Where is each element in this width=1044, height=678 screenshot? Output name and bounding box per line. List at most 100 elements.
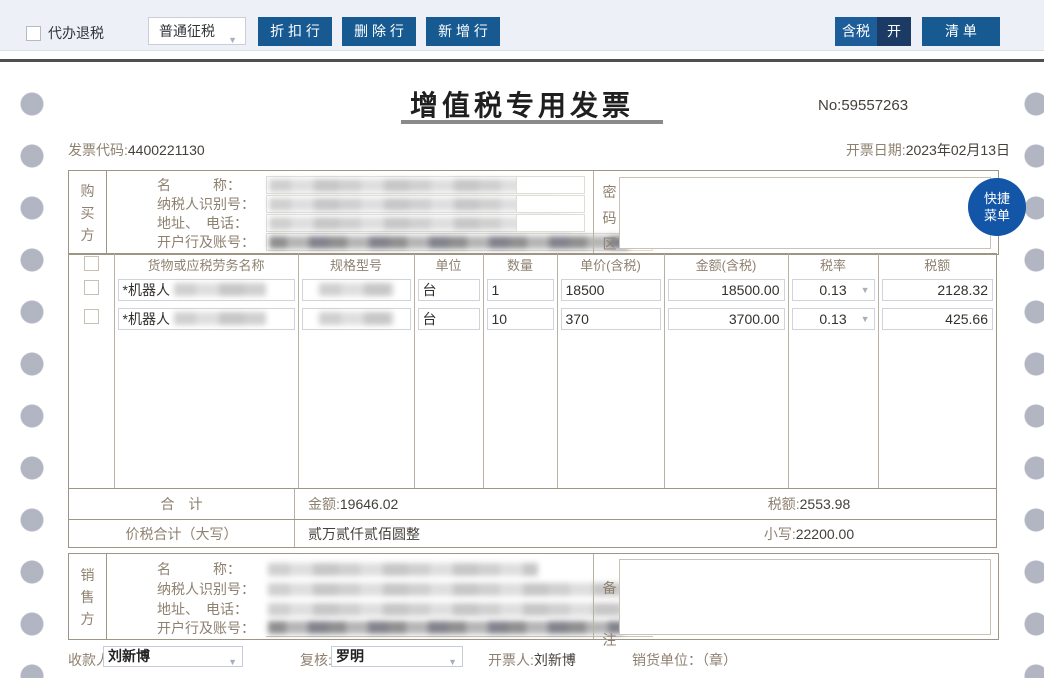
sum-in-words-value: 贰万贰仟贰佰圆整 (308, 520, 420, 547)
delete-row-button[interactable]: 删 除 行 (342, 17, 416, 46)
amount-input[interactable]: 3700.00 (668, 308, 785, 330)
sum-small-number: 22200.00 (796, 526, 854, 542)
tax-included-toggle[interactable]: 含税 开 (835, 17, 911, 46)
redacted-value (319, 312, 393, 325)
add-row-button[interactable]: 新 增 行 (426, 17, 500, 46)
seller-bank-label: 开户行及账号： (157, 619, 255, 638)
password-area-box[interactable] (619, 177, 991, 249)
price-input[interactable]: 370 (561, 308, 661, 330)
paper-top-edge (0, 59, 1044, 62)
payee-select[interactable]: 刘新博 ▼ (103, 646, 243, 667)
title-underline (401, 120, 663, 124)
name-input[interactable]: *机器人 (118, 308, 295, 330)
chevron-down-icon: ▼ (228, 27, 237, 53)
quick-menu-label: 快捷菜单 (982, 190, 1012, 224)
chevron-down-icon: ▼ (861, 309, 870, 329)
sum-small-value: 小写:22200.00 (709, 520, 909, 547)
goods-header-row: 货物或应税劳务名称 规格型号 单位 数量 单价(含税) 金额(含税) 税率 税额 (69, 254, 996, 275)
drawer-field: 开票人:刘新博 (488, 650, 576, 670)
list-button[interactable]: 清 单 (922, 17, 1000, 46)
tax-included-label: 含税 (835, 17, 877, 46)
total-tax-label: 税额: (768, 494, 800, 514)
col-header-amount: 金额(含税) (664, 254, 788, 275)
invoice-date-label: 开票日期: (846, 142, 906, 158)
buyer-section: 购买方 名 称： 纳税人识别号： 地址、 电话： 开户行及账号： 密码区 (68, 170, 999, 255)
unit-input[interactable]: 台 (418, 308, 480, 330)
tax-input[interactable]: 2128.32 (882, 279, 994, 301)
col-header-name: 货物或应税劳务名称 (114, 254, 298, 275)
invoice-date-value: 2023年02月13日 (906, 142, 1010, 158)
goods-table: 货物或应税劳务名称 规格型号 单位 数量 单价(含税) 金额(含税) 税率 税额… (68, 253, 997, 489)
redacted-value (269, 179, 521, 192)
amount-input[interactable]: 18500.00 (668, 279, 785, 301)
invoice-code-label: 发票代码: (68, 142, 128, 158)
rebate-checkbox-group: 代办退税 (26, 23, 104, 43)
redacted-value (268, 583, 626, 596)
spec-input[interactable] (302, 308, 411, 330)
rate-value: 0.13 (819, 280, 846, 300)
buyer-bank-field[interactable] (266, 233, 653, 251)
invoice-number-value: 59557263 (841, 97, 908, 114)
redacted-value (174, 312, 266, 325)
tax-mode-select[interactable]: 普通征税 ▼ (148, 17, 246, 45)
remark-box[interactable] (619, 559, 991, 635)
qty-input[interactable]: 10 (487, 308, 554, 330)
col-header-qty: 数量 (483, 254, 557, 275)
redacted-value (268, 563, 538, 576)
total-tax-value: 2553.98 (800, 496, 851, 512)
seller-addr-label: 地址、 电话： (157, 600, 248, 619)
total-tax: 税额:2553.98 (709, 489, 909, 519)
price-input[interactable]: 18500 (561, 279, 661, 301)
rebate-checkbox-label: 代办退税 (48, 23, 104, 43)
invoice-code-value: 4400221130 (128, 142, 205, 158)
rebate-checkbox[interactable] (26, 26, 41, 41)
seller-side-cell: 销售方 (69, 554, 107, 639)
total-label: 合 计 (69, 489, 295, 519)
row-checkbox[interactable] (84, 309, 99, 324)
reviewer-select[interactable]: 罗明 ▼ (331, 646, 463, 667)
col-header-unit: 单位 (414, 254, 483, 275)
discount-row-button[interactable]: 折 扣 行 (258, 17, 332, 46)
drawer-value: 刘新博 (534, 652, 576, 668)
rate-select[interactable]: 0.13 ▼ (792, 279, 875, 301)
name-value: *机器人 (123, 280, 170, 300)
payee-value: 刘新博 (108, 648, 150, 664)
unit-input[interactable]: 台 (418, 279, 480, 301)
col-header-rate: 税率 (788, 254, 878, 275)
invoice-number: No:59557263 (818, 97, 908, 114)
buyer-mini-field-3[interactable] (516, 214, 585, 232)
buyer-mini-field-1[interactable] (516, 176, 585, 194)
buyer-mini-field-2[interactable] (516, 195, 585, 213)
perforation-dots-right (1023, 90, 1044, 678)
qty-input[interactable]: 1 (487, 279, 554, 301)
name-input[interactable]: *机器人 (118, 279, 295, 301)
tax-input[interactable]: 425.66 (882, 308, 994, 330)
chevron-down-icon: ▼ (861, 280, 870, 300)
rate-select[interactable]: 0.13▼ (792, 308, 875, 330)
redacted-value (268, 603, 653, 616)
drawer-label: 开票人: (488, 652, 534, 668)
seller-remark-separator (593, 554, 594, 639)
chevron-down-icon: ▼ (448, 653, 457, 672)
chevron-down-icon: ▼ (228, 653, 237, 672)
reviewer-label: 复核: (300, 650, 332, 670)
total-amount: 金额:19646.02 (308, 489, 398, 519)
invoice-title: 增值税专用发票 (410, 90, 634, 121)
row-checkbox[interactable] (84, 280, 99, 295)
select-all-checkbox[interactable] (84, 256, 99, 271)
password-area-label: 密码区 (602, 179, 617, 257)
col-header-tax: 税额 (878, 254, 996, 275)
seller-name-label: 名 称： (157, 560, 241, 579)
tax-included-state: 开 (877, 17, 911, 46)
remark-label: 备注 (602, 562, 617, 666)
invoice-number-label: No: (818, 97, 841, 114)
invoice-entry-window: 代办退税 普通征税 ▼ 折 扣 行 删 除 行 新 增 行 含税 开 清 单 增… (0, 0, 1044, 678)
spec-input[interactable] (302, 279, 411, 301)
buyer-taxid-label: 纳税人识别号： (157, 195, 255, 214)
seller-bank-field[interactable] (266, 619, 653, 637)
goods-empty-area (69, 333, 996, 488)
toolbar: 代办退税 普通征税 ▼ 折 扣 行 删 除 行 新 增 行 含税 开 清 单 (0, 0, 1044, 51)
quick-menu-button[interactable]: 快捷菜单 (968, 178, 1026, 236)
redacted-value (268, 621, 623, 634)
col-header-spec: 规格型号 (298, 254, 414, 275)
